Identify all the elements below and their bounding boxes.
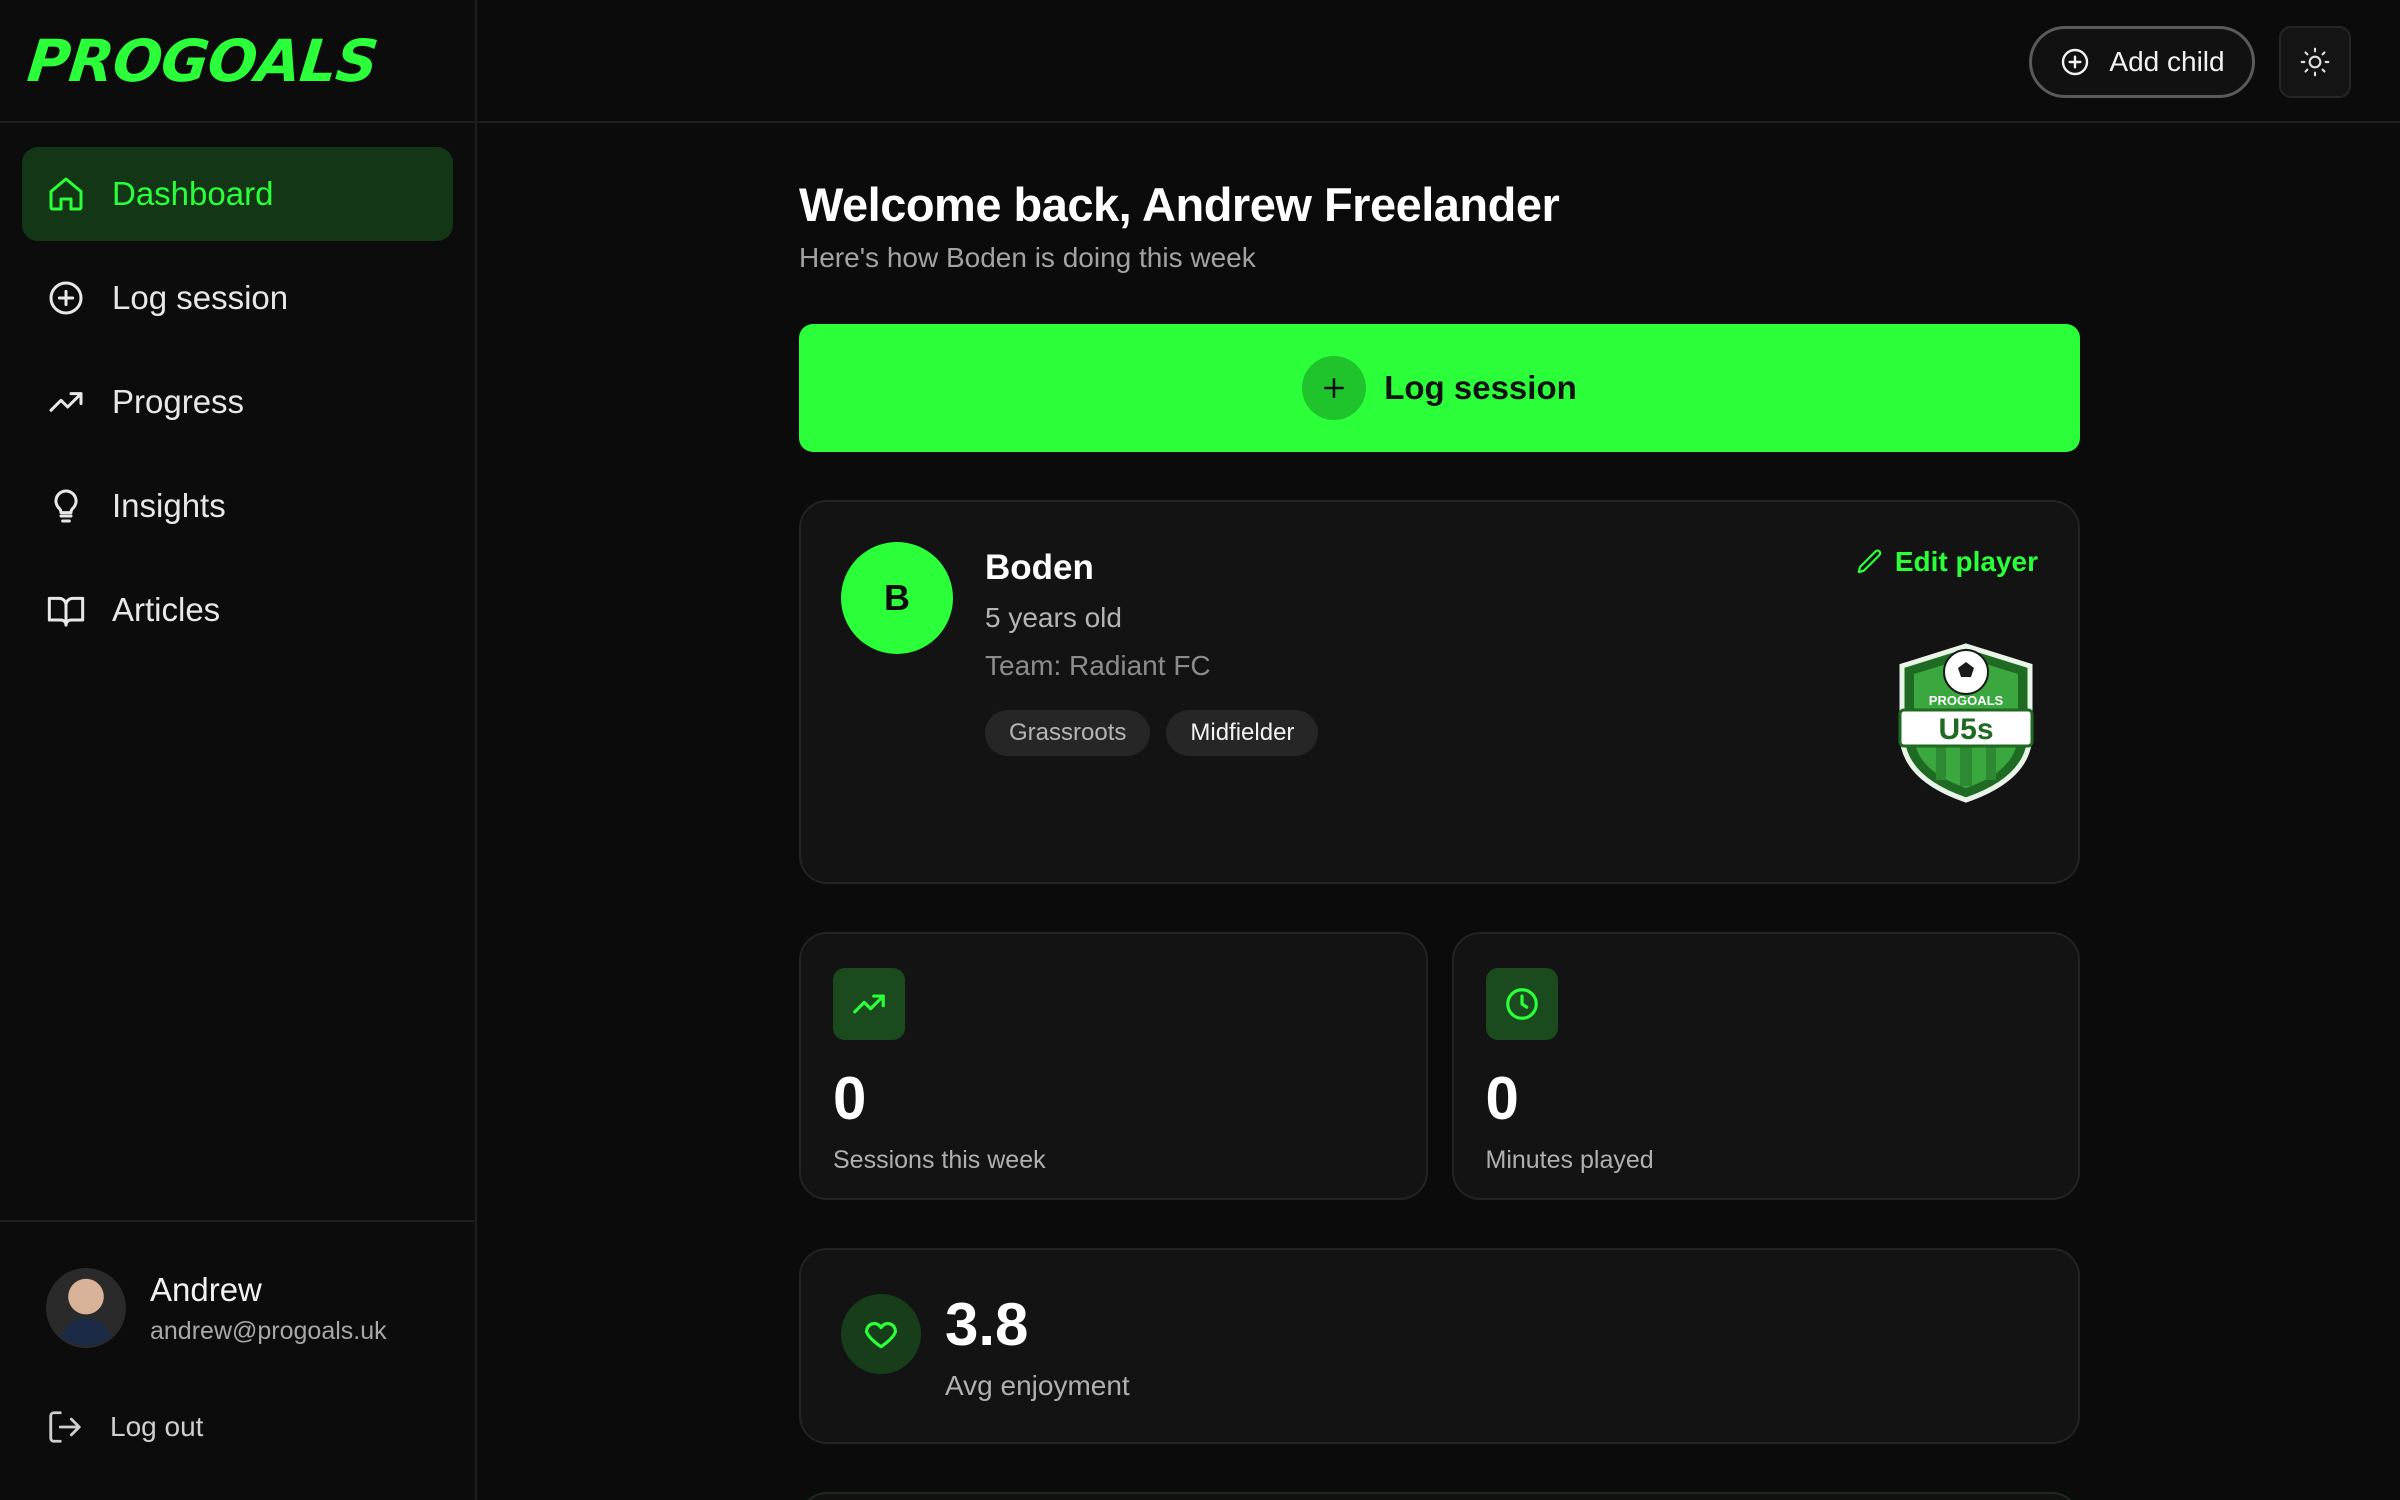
- sun-icon: [2300, 47, 2330, 77]
- stat-card-minutes: 0 Minutes played: [1451, 932, 2080, 1200]
- page-title: Welcome back, Andrew Freelander: [799, 178, 1560, 231]
- lightbulb-icon: [46, 486, 86, 526]
- tag-midfielder: Midfielder: [1166, 710, 1319, 756]
- brand-header: PROGOALS: [0, 0, 475, 123]
- add-child-button[interactable]: Add child: [2029, 26, 2255, 98]
- player-tags: Grassroots Midfielder: [985, 710, 1334, 756]
- tag-grassroots: Grassroots: [985, 710, 1151, 756]
- avatar: [46, 1268, 126, 1348]
- trending-up-icon: [46, 382, 86, 422]
- add-child-label: Add child: [2109, 46, 2225, 77]
- sidebar-item-label: Insights: [112, 487, 226, 524]
- edit-player-button[interactable]: Edit player: [1855, 546, 2038, 578]
- sidebar-item-articles[interactable]: Articles: [22, 563, 453, 657]
- sidebar-nav: Dashboard Log session Progress Insights: [0, 123, 475, 657]
- plus-icon: [1302, 356, 1367, 420]
- player-team: Team: Radiant FC: [985, 650, 1211, 681]
- player-card: B Boden 5 years old Team: Radiant FC Gra…: [799, 500, 2080, 884]
- trending-up-icon: [833, 968, 905, 1040]
- user-email: andrew@progoals.uk: [150, 1316, 387, 1345]
- sidebar-item-progress[interactable]: Progress: [22, 355, 453, 449]
- sidebar-item-insights[interactable]: Insights: [22, 459, 453, 553]
- stat-card-sessions: 0 Sessions this week: [799, 932, 1428, 1200]
- stats-row: 0 Sessions this week 0 Minutes played: [799, 932, 2080, 1200]
- theme-toggle-button[interactable]: [2279, 26, 2351, 98]
- next-card-peek: [799, 1492, 2080, 1500]
- log-session-button[interactable]: Log session: [799, 324, 2080, 452]
- dashboard-main: Welcome back, Andrew Freelander Here's h…: [799, 123, 2080, 1500]
- book-open-icon: [46, 590, 86, 630]
- home-icon: [46, 174, 86, 214]
- player-avatar: B: [841, 542, 953, 654]
- sessions-label: Sessions this week: [833, 1146, 1046, 1174]
- player-age: 5 years old: [985, 602, 1122, 633]
- enjoyment-label: Avg enjoyment: [945, 1370, 1130, 1401]
- app: PROGOALS Dashboard Log session Progress: [0, 0, 2400, 1500]
- user-meta: Andrew andrew@progoals.uk: [150, 1271, 387, 1346]
- badge-main-text: U5s: [1938, 713, 1993, 746]
- edit-player-label: Edit player: [1894, 546, 2038, 577]
- plus-circle-icon: [46, 278, 86, 318]
- sidebar-item-log-session[interactable]: Log session: [22, 251, 453, 345]
- minutes-value: 0: [1485, 1065, 1519, 1132]
- page-subtitle: Here's how Boden is doing this week: [799, 242, 1256, 273]
- heart-icon: [841, 1294, 921, 1374]
- topbar: Add child: [477, 0, 2400, 123]
- sidebar-item-label: Log session: [112, 279, 289, 316]
- logout-icon: [49, 1411, 81, 1443]
- log-session-label: Log session: [1384, 369, 1577, 406]
- progoals-logo[interactable]: PROGOALS: [24, 27, 380, 95]
- logout-button[interactable]: Log out: [0, 1348, 475, 1446]
- user-profile[interactable]: Andrew andrew@progoals.uk: [0, 1222, 475, 1348]
- sidebar-footer: Andrew andrew@progoals.uk Log out: [0, 1220, 475, 1500]
- minutes-label: Minutes played: [1485, 1146, 1654, 1174]
- sidebar-item-label: Progress: [112, 383, 245, 420]
- sidebar-item-label: Dashboard: [112, 175, 274, 212]
- plus-circle-icon: [2062, 48, 2089, 76]
- sessions-value: 0: [833, 1065, 867, 1132]
- enjoyment-value: 3.8: [945, 1291, 1029, 1358]
- player-info: Boden 5 years old Team: Radiant FC Grass…: [985, 548, 1334, 756]
- enjoyment-card: 3.8 Avg enjoyment: [799, 1248, 2080, 1444]
- user-name: Andrew: [150, 1270, 262, 1308]
- pencil-icon: [1857, 549, 1882, 574]
- sidebar: PROGOALS Dashboard Log session Progress: [0, 0, 477, 1500]
- badge-top-text: PROGOALS: [1929, 693, 2004, 708]
- team-badge-icon: PROGOALS U5s: [1894, 642, 2038, 804]
- logout-label: Log out: [110, 1411, 204, 1442]
- sidebar-item-dashboard[interactable]: Dashboard: [22, 147, 453, 241]
- clock-icon: [1485, 968, 1558, 1040]
- sidebar-item-label: Articles: [112, 591, 221, 628]
- player-name: Boden: [985, 548, 1094, 587]
